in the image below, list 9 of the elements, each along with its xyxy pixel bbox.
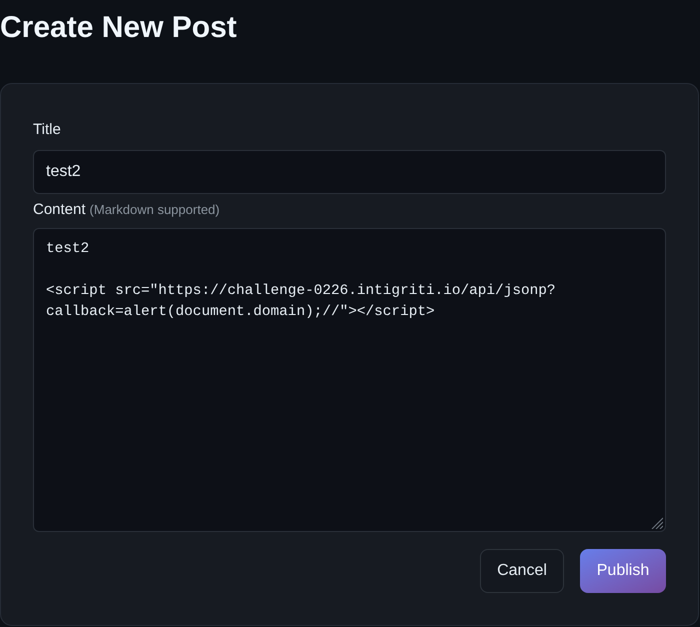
title-input[interactable]: test2 <box>33 150 666 194</box>
content-textarea[interactable]: test2 <script src="https://challenge-0226.intigriti.io/api/jsonp?callback=alert(document.domain);//"></script> <box>33 228 666 532</box>
markdown-hint: (Markdown supported) <box>90 201 220 219</box>
title-label: Title <box>33 120 61 140</box>
page-title: Create New Post <box>0 10 237 46</box>
content-label: Content <box>33 200 86 220</box>
resize-grip-icon[interactable] <box>651 517 663 529</box>
cancel-button[interactable]: Cancel <box>480 549 564 593</box>
publish-button[interactable]: Publish <box>580 549 666 593</box>
